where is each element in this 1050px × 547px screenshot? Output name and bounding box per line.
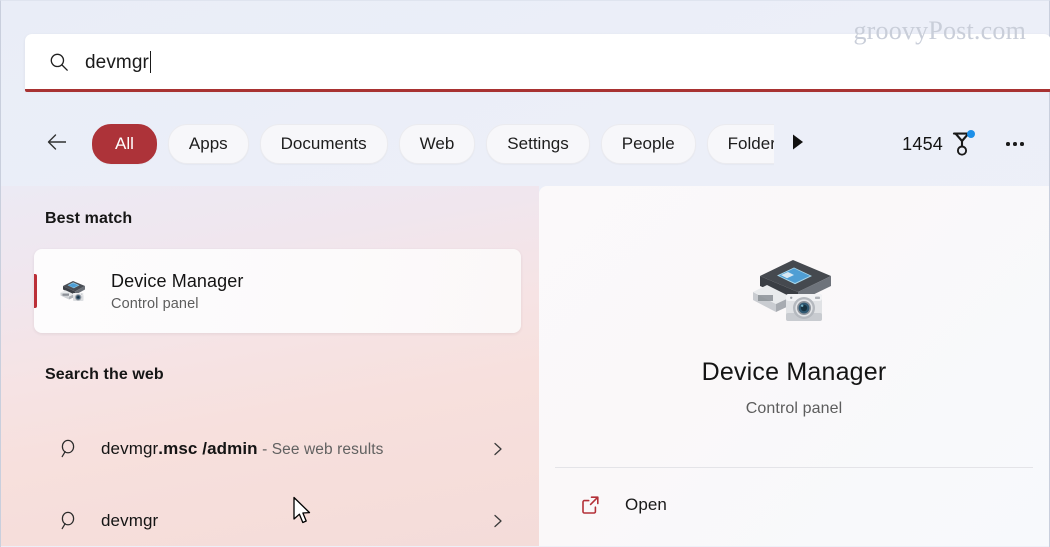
notification-dot (967, 130, 975, 138)
device-manager-icon (56, 274, 90, 308)
search-input-wrap[interactable]: devmgr (85, 34, 152, 90)
preview-subtitle: Control panel (745, 400, 843, 417)
best-match-item[interactable]: Device Manager Control panel (34, 249, 521, 333)
windows-search-flyout: groovyPost.com devmgr All Apps Documents… (0, 0, 1050, 547)
search-the-web-heading: Search the web (45, 366, 164, 383)
filter-pill-list: All Apps Documents Web Settings People F… (92, 122, 774, 166)
best-match-subtitle: Control panel (111, 295, 199, 312)
chevron-right-filled-icon (784, 129, 810, 160)
rewards-button[interactable]: 1454 (902, 130, 975, 157)
search-icon (59, 510, 81, 532)
search-bar-underline (25, 89, 1050, 92)
ellipsis-icon-dot (1020, 142, 1024, 146)
web-result-item[interactable]: devmgr (34, 493, 521, 546)
text-caret (149, 51, 152, 73)
results-area: Best match Device Manager Control panel … (1, 186, 1049, 546)
open-action-label: Open (625, 495, 667, 514)
chevron-right-icon[interactable] (489, 440, 507, 458)
watermark: groovyPost.com (853, 16, 1026, 45)
filter-pill-people[interactable]: People (600, 124, 696, 164)
open-action-button[interactable]: Open (555, 482, 1033, 528)
ellipsis-icon-dot (1013, 142, 1017, 146)
results-list-pane: Best match Device Manager Control panel … (1, 186, 539, 546)
preview-title: Device Manager (701, 358, 887, 386)
preview-divider (555, 467, 1033, 468)
filter-bar-right: 1454 (902, 130, 1028, 157)
search-icon (59, 438, 81, 460)
filter-pill-documents[interactable]: Documents (259, 124, 388, 164)
filter-scroll-next-button[interactable] (784, 131, 810, 157)
back-button[interactable] (44, 131, 70, 157)
ellipsis-icon-dot (1006, 142, 1010, 146)
filter-pill-all[interactable]: All (92, 124, 157, 164)
best-match-heading: Best match (45, 210, 133, 227)
best-match-text: Device Manager Control panel (111, 270, 243, 312)
web-result-label: devmgr (101, 509, 158, 534)
filter-pill-web[interactable]: Web (398, 124, 476, 164)
filter-pill-settings[interactable]: Settings (486, 124, 590, 164)
preview-pane: Device Manager Control panel Open (539, 186, 1049, 546)
selection-indicator (34, 274, 37, 308)
filter-bar: All Apps Documents Web Settings People F… (0, 114, 1050, 174)
open-external-icon (579, 494, 601, 516)
web-result-label: devmgr.msc /admin - See web results (101, 437, 384, 462)
best-match-title: Device Manager (111, 271, 244, 292)
chevron-right-icon[interactable] (489, 512, 507, 530)
web-result-item[interactable]: devmgr.msc /admin - See web results (34, 415, 521, 483)
web-result-query: devmgr (101, 510, 159, 530)
web-result-query-bold: .msc /admin (158, 438, 258, 458)
more-options-button[interactable] (1002, 131, 1028, 157)
search-icon (49, 52, 69, 72)
filter-pill-apps[interactable]: Apps (167, 124, 249, 164)
search-input[interactable]: devmgr (85, 53, 149, 72)
filter-pill-folders[interactable]: Folders (706, 124, 774, 164)
rewards-medal-icon (950, 130, 975, 157)
rewards-count: 1454 (902, 133, 943, 154)
scanners-and-cameras-icon (746, 250, 842, 330)
web-result-query: devmgr (101, 438, 159, 458)
web-result-suffix: - See web results (257, 440, 384, 458)
arrow-left-icon (44, 129, 70, 160)
